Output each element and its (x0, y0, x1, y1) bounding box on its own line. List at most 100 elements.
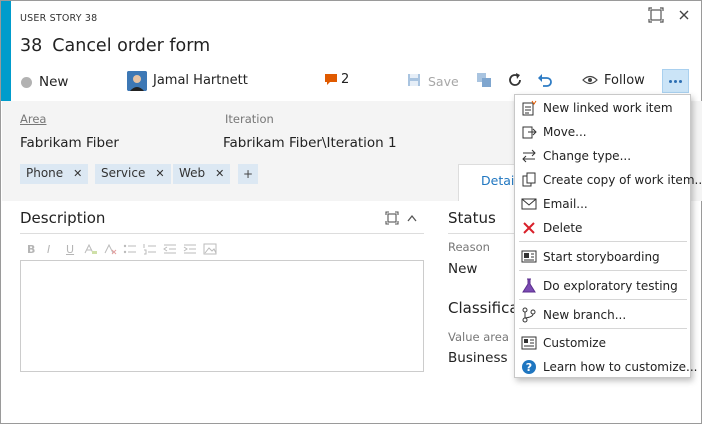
menu-item-label: Delete (543, 221, 583, 235)
menu-item-label: Change type... (543, 149, 632, 163)
font-color-icon[interactable] (103, 243, 117, 255)
tag-web[interactable]: Web ✕ (173, 164, 231, 184)
remove-tag-icon[interactable]: ✕ (73, 167, 82, 180)
customize-icon (521, 336, 537, 350)
maximize-icon[interactable] (648, 7, 664, 23)
bold-icon[interactable]: B (27, 243, 35, 256)
tag-label: Web (179, 166, 206, 180)
state-indicator-icon (21, 77, 32, 88)
remove-tag-icon[interactable]: ✕ (155, 167, 164, 180)
undo-icon[interactable] (537, 72, 553, 88)
menu-separator (519, 270, 687, 271)
tab-details-label: Detai (481, 173, 515, 188)
change-type-icon (522, 149, 536, 163)
reason-field[interactable]: New (448, 261, 477, 277)
work-item-window: USER STORY 38 38 Cancel order form New Ja… (0, 0, 702, 424)
menu-item-label: Move... (543, 125, 587, 139)
tag-label: Service (101, 166, 146, 180)
decrease-indent-icon[interactable] (163, 243, 177, 255)
tab-details[interactable]: Detai (458, 164, 518, 201)
italic-icon[interactable]: I (47, 243, 50, 256)
copy-icon (522, 172, 536, 187)
comment-count[interactable]: 2 (341, 72, 349, 87)
numbered-list-icon[interactable] (143, 243, 157, 255)
menu-item-delete[interactable]: Delete (515, 217, 691, 239)
more-actions-button[interactable] (662, 69, 689, 93)
avatar (127, 71, 147, 91)
menu-item-new-linked-work-item[interactable]: New linked work item (515, 97, 691, 119)
menu-item-label: New branch... (543, 308, 627, 322)
work-item-id: 38 (20, 36, 43, 56)
insert-image-icon[interactable] (203, 243, 217, 255)
description-section-title: Description (20, 209, 106, 227)
help-icon: ? (522, 360, 536, 374)
iteration-field[interactable]: Fabrikam Fiber\Iteration 1 (223, 135, 397, 151)
classification-section-title: Classificat (448, 299, 525, 317)
follow-button[interactable]: Follow (604, 73, 645, 88)
menu-item-start-storyboarding[interactable]: Start storyboarding (515, 246, 691, 268)
increase-indent-icon[interactable] (183, 243, 197, 255)
state-field[interactable]: New (39, 74, 68, 90)
new-linked-work-item-icon (522, 100, 537, 116)
eye-icon (582, 75, 598, 85)
menu-separator (519, 241, 687, 242)
area-label: Area (20, 112, 47, 126)
tag-label: Phone (26, 166, 64, 180)
ellipsis-icon (669, 80, 672, 83)
menu-item-new-branch[interactable]: New branch... (515, 304, 691, 326)
work-item-title[interactable]: 38 Cancel order form (20, 36, 210, 56)
highlight-icon[interactable] (83, 243, 97, 255)
area-field[interactable]: Fabrikam Fiber (20, 135, 119, 151)
comment-icon[interactable] (324, 73, 338, 87)
menu-item-change-type[interactable]: Change type... (515, 145, 691, 167)
menu-item-label: Learn how to customize... (543, 360, 698, 374)
flask-icon (522, 278, 536, 293)
more-actions-menu: New linked work item Move... Change type… (514, 94, 702, 378)
divider (448, 233, 514, 234)
menu-item-learn-customize[interactable]: ? Learn how to customize... (515, 356, 697, 378)
menu-separator (519, 299, 687, 300)
divider (20, 233, 424, 234)
delete-icon (523, 222, 535, 234)
email-icon (521, 198, 537, 210)
close-icon[interactable] (676, 7, 692, 23)
tag-phone[interactable]: Phone ✕ (20, 164, 89, 184)
refresh-icon[interactable] (507, 72, 523, 88)
menu-item-email[interactable]: Email... (515, 193, 691, 215)
save-and-close-icon[interactable] (476, 72, 492, 88)
menu-item-label: Create copy of work item... (543, 173, 702, 187)
assigned-to-field[interactable]: Jamal Hartnett (153, 73, 248, 88)
menu-item-label: Start storyboarding (543, 250, 660, 264)
remove-tag-icon[interactable]: ✕ (215, 167, 224, 180)
menu-item-label: Customize (543, 336, 606, 350)
description-editor[interactable] (20, 260, 424, 372)
menu-item-label: Email... (543, 197, 588, 211)
menu-item-label: Do exploratory testing (543, 279, 678, 293)
iteration-label: Iteration (225, 112, 274, 126)
storyboard-icon (521, 250, 537, 263)
work-item-title-text[interactable]: Cancel order form (52, 36, 210, 56)
value-area-label: Value area (448, 330, 509, 344)
save-button[interactable]: Save (428, 74, 459, 89)
menu-item-customize[interactable]: Customize (515, 332, 691, 354)
menu-separator (519, 328, 687, 329)
menu-item-create-copy[interactable]: Create copy of work item... (515, 169, 702, 191)
tag-service[interactable]: Service ✕ (95, 164, 171, 184)
status-section-title: Status (448, 209, 496, 227)
menu-item-exploratory-testing[interactable]: Do exploratory testing (515, 275, 691, 297)
svg-text:?: ? (526, 361, 532, 374)
value-area-field[interactable]: Business (448, 350, 508, 366)
person-icon (127, 71, 147, 91)
menu-item-move[interactable]: Move... (515, 121, 691, 143)
menu-item-label: New linked work item (543, 101, 673, 115)
work-item-type-color-bar (1, 1, 11, 101)
save-icon (408, 74, 420, 86)
work-item-type-label: USER STORY 38 (20, 13, 98, 24)
bulleted-list-icon[interactable] (123, 243, 137, 255)
move-icon (522, 126, 537, 139)
underline-icon[interactable]: U (66, 243, 74, 256)
branch-icon (522, 307, 536, 323)
maximize-section-icon[interactable] (385, 211, 399, 225)
chevron-up-icon[interactable] (407, 214, 417, 222)
add-tag-button[interactable]: + (238, 164, 258, 184)
